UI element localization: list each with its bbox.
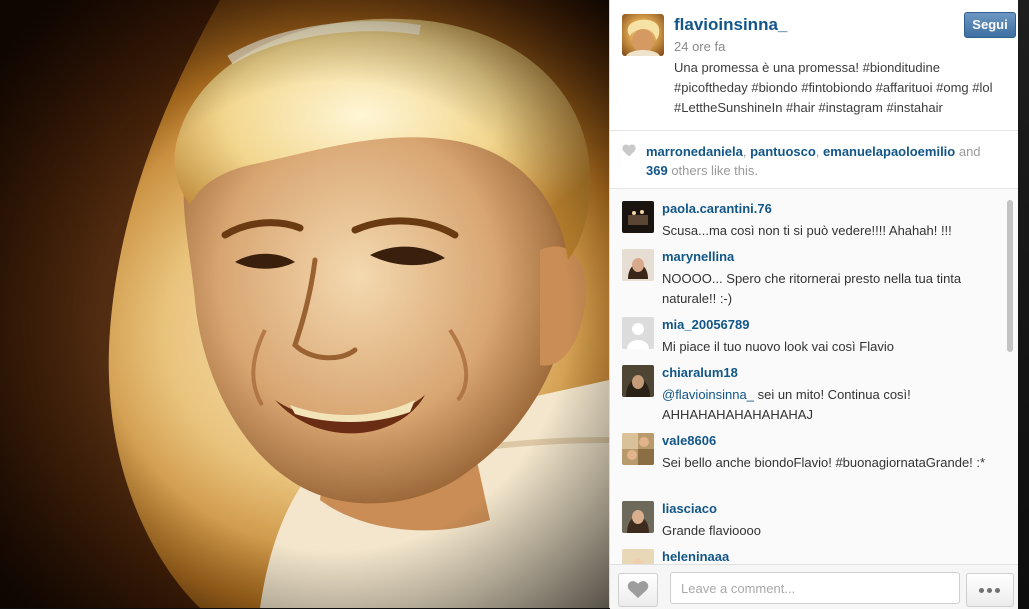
window-edge — [1017, 0, 1029, 608]
more-options-button[interactable] — [966, 573, 1014, 607]
post-photo — [0, 0, 609, 608]
commenter-username[interactable]: chiaralum18 — [662, 365, 738, 380]
post-header: flavioinsinna_ 24 ore fa Una promessa è … — [610, 0, 1018, 131]
like-button[interactable] — [618, 573, 658, 607]
commenter-avatar[interactable] — [622, 549, 654, 564]
comment-text: @flavioinsinna_ sei un mito! Continua co… — [662, 385, 1004, 425]
comment-input[interactable] — [670, 572, 960, 604]
commenter-avatar[interactable] — [622, 201, 654, 233]
comments-scrollbar-thumb[interactable] — [1007, 200, 1013, 352]
likes-suffix: others like this. — [667, 163, 759, 178]
comment-composer — [610, 564, 1018, 609]
follow-button[interactable]: Segui — [964, 12, 1016, 38]
heart-icon — [627, 581, 649, 598]
owner-avatar[interactable] — [622, 14, 664, 56]
commenter-username[interactable]: liasciaco — [662, 501, 717, 516]
commenter-avatar[interactable] — [622, 317, 654, 349]
comments-list[interactable]: paola.carantini.76 Scusa...ma così non t… — [610, 189, 1018, 564]
liker-link[interactable]: marronedaniela — [646, 144, 743, 159]
liker-link[interactable]: emanuelapaoloemilio — [823, 144, 955, 159]
commenter-username[interactable]: marynellina — [662, 249, 734, 264]
owner-username-link[interactable]: flavioinsinna_ — [674, 15, 787, 35]
commenter-avatar[interactable] — [622, 433, 654, 465]
commenter-username[interactable]: paola.carantini.76 — [662, 201, 772, 216]
liker-link[interactable]: pantuosco — [750, 144, 816, 159]
comment-text: NOOOO... Spero che ritornerai presto nel… — [662, 271, 962, 306]
comment-text: Scusa...ma così non ti si può vedere!!!!… — [662, 223, 952, 238]
likes-count[interactable]: 369 — [646, 163, 668, 178]
likes-separator: , — [815, 144, 824, 159]
commenter-username[interactable]: heleninaaa — [662, 549, 729, 564]
comment-text: Grande flavioooo — [662, 523, 762, 538]
post-timestamp[interactable]: 24 ore fa — [674, 39, 725, 54]
commenter-username[interactable]: mia_20056789 — [662, 317, 749, 332]
likes-and: and — [955, 144, 981, 159]
commenter-avatar[interactable] — [622, 501, 654, 533]
post-caption: Una promessa è una promessa! #bionditudi… — [674, 60, 993, 115]
likes-text: marronedaniela, pantuosco, emanuelapaolo… — [646, 142, 996, 180]
commenter-username[interactable]: vale8606 — [662, 433, 716, 448]
commenter-avatar[interactable] — [622, 249, 654, 281]
commenter-avatar[interactable] — [622, 365, 654, 397]
comment-text: Mi piace il tuo nuovo look vai così Flav… — [662, 339, 894, 354]
likes-summary: marronedaniela, pantuosco, emanuelapaolo… — [610, 131, 1018, 189]
comment-mention-link[interactable]: @flavioinsinna_ — [662, 387, 754, 402]
heart-icon — [622, 144, 636, 157]
likes-separator: , — [742, 144, 751, 159]
comment-text: Sei bello anche biondoFlavio! #buonagior… — [662, 455, 986, 470]
post-details-panel: flavioinsinna_ 24 ore fa Una promessa è … — [609, 0, 1018, 609]
